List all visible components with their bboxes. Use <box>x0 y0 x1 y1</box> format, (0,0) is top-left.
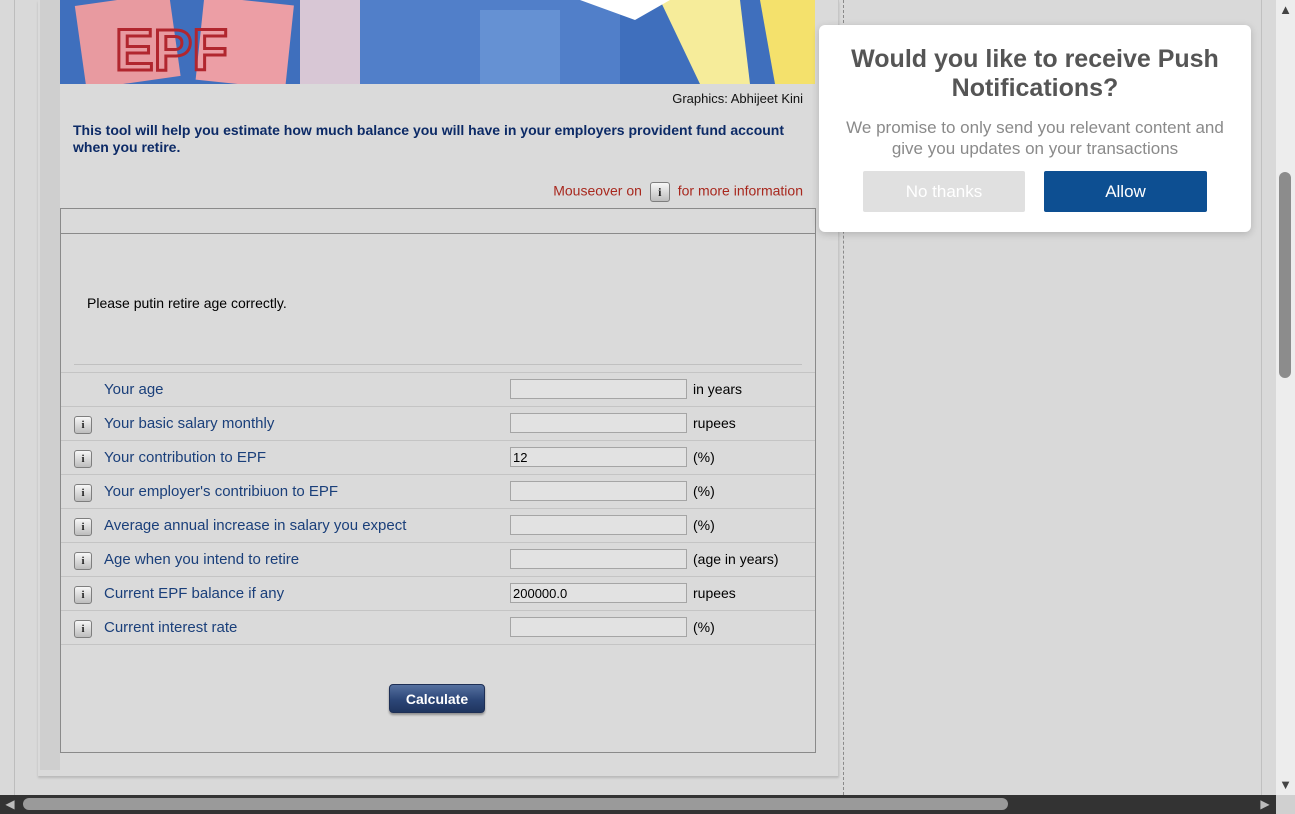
row-employer-contribution: i Your employer's contribiuon to EPF (%) <box>61 474 815 508</box>
mouseover-hint-before: Mouseover on <box>553 182 642 199</box>
field-label: Average annual increase in salary you ex… <box>104 517 407 534</box>
allow-button[interactable]: Allow <box>1044 171 1207 212</box>
field-label: Your basic salary monthly <box>104 415 275 432</box>
info-icon[interactable]: i <box>74 450 92 468</box>
field-unit: (age in years) <box>693 551 779 567</box>
epf-banner-image: EPF <box>60 0 815 84</box>
mouseover-hint: Mouseover on i for more information <box>520 182 803 202</box>
form-separator <box>74 364 802 365</box>
info-icon[interactable]: i <box>74 620 92 638</box>
info-icon[interactable]: i <box>74 484 92 502</box>
push-notification-dialog: Would you like to receive Push Notificat… <box>819 25 1251 232</box>
calculate-button[interactable]: Calculate <box>389 684 485 713</box>
field-unit: rupees <box>693 415 736 431</box>
field-unit: (%) <box>693 619 715 635</box>
row-basic-salary: i Your basic salary monthly rupees <box>61 406 815 440</box>
error-message: Please putin retire age correctly. <box>87 295 287 311</box>
graphics-credit: Graphics: Abhijeet Kini <box>672 91 803 106</box>
row-your-age: Your age in years <box>61 372 815 406</box>
row-retire-age: i Age when you intend to retire (age in … <box>61 542 815 576</box>
mouseover-hint-after: for more information <box>677 182 803 199</box>
vertical-scroll-thumb[interactable] <box>1279 172 1291 378</box>
dialog-title: Would you like to receive Push Notificat… <box>851 45 1219 102</box>
field-label: Your contribution to EPF <box>104 449 267 466</box>
epf-banner-illustration: EPF <box>60 0 815 84</box>
info-icon[interactable]: i <box>74 416 92 434</box>
horizontal-scrollbar[interactable]: ◀ ▶ <box>0 795 1295 814</box>
field-unit: (%) <box>693 483 715 499</box>
scroll-down-arrow-icon[interactable]: ▼ <box>1278 777 1293 793</box>
right-column-border <box>1261 0 1262 795</box>
field-unit: (%) <box>693 517 715 533</box>
dialog-message: We promise to only send you relevant con… <box>846 118 1224 158</box>
retire-age-input[interactable] <box>510 549 687 569</box>
field-label: Your employer's contribiuon to EPF <box>104 483 339 500</box>
row-your-contribution: i Your contribution to EPF (%) <box>61 440 815 474</box>
scroll-up-arrow-icon[interactable]: ▲ <box>1278 2 1293 18</box>
info-icon[interactable]: i <box>74 518 92 536</box>
info-icon[interactable]: i <box>74 552 92 570</box>
row-salary-increase: i Average annual increase in salary you … <box>61 508 815 542</box>
scroll-right-arrow-icon[interactable]: ▶ <box>1257 795 1273 814</box>
info-icon[interactable]: i <box>74 586 92 604</box>
epf-balance-input[interactable] <box>510 583 687 603</box>
your-contribution-input[interactable] <box>510 447 687 467</box>
no-thanks-button[interactable]: No thanks <box>863 171 1025 212</box>
row-epf-balance: i Current EPF balance if any rupees <box>61 576 815 610</box>
row-interest-rate: i Current interest rate (%) <box>61 610 815 645</box>
basic-salary-input[interactable] <box>510 413 687 433</box>
employer-contribution-input[interactable] <box>510 481 687 501</box>
horizontal-scroll-thumb[interactable] <box>23 798 1008 810</box>
field-unit: (%) <box>693 449 715 465</box>
panel-shadow <box>40 0 60 770</box>
form-header-bar <box>61 209 815 234</box>
form-rows: Your age in years i Your basic salary mo… <box>61 372 815 645</box>
field-label: Your age <box>104 381 164 398</box>
field-label: Current EPF balance if any <box>104 585 285 602</box>
info-icon: i <box>649 182 670 202</box>
scrollbar-corner <box>1276 795 1295 814</box>
field-label: Current interest rate <box>104 619 238 636</box>
field-label: Age when you intend to retire <box>104 551 300 568</box>
age-input[interactable] <box>510 379 687 399</box>
page-left-border <box>14 0 15 795</box>
salary-increase-input[interactable] <box>510 515 687 535</box>
vertical-scrollbar[interactable]: ▲ ▼ <box>1276 0 1295 795</box>
field-unit: rupees <box>693 585 736 601</box>
field-unit: in years <box>693 381 743 397</box>
epf-calculator-form: Please putin retire age correctly. Your … <box>60 208 816 753</box>
svg-text:EPF: EPF <box>115 18 228 83</box>
scroll-left-arrow-icon[interactable]: ◀ <box>2 795 18 814</box>
intro-text: This tool will help you estimate how muc… <box>73 122 785 155</box>
interest-rate-input[interactable] <box>510 617 687 637</box>
